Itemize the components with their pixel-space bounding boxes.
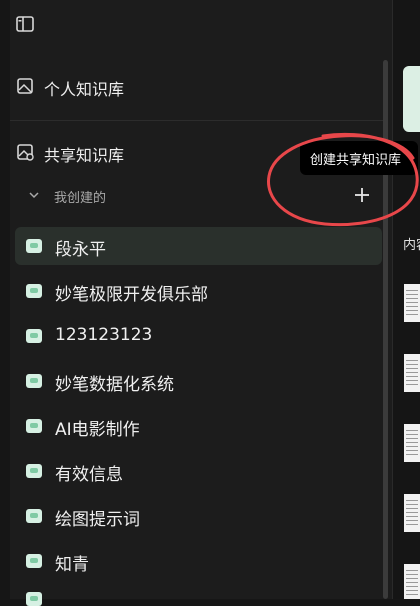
kb-item-label: 妙笔极限开发俱乐部 [55,285,208,305]
book-icon [26,592,42,606]
add-shared-kb-button[interactable] [352,185,372,205]
kb-item-label: AI电影制作 [55,420,140,440]
divider [10,120,383,121]
document-thumbnail[interactable] [404,424,420,462]
book-icon [26,329,42,343]
kb-item-label: 有效信息 [55,465,123,485]
book-icon [26,419,42,433]
document-thumbnail[interactable] [404,284,420,322]
kb-item-label: 妙笔数据化系统 [55,375,174,395]
book-icon [26,464,42,478]
kb-item-label: 123123123 [55,325,153,345]
chevron-down-icon[interactable] [28,190,40,200]
book-icon [26,284,42,298]
document-thumbnail[interactable] [404,564,420,599]
book-icon [26,374,42,388]
image-book-icon [17,78,33,94]
book-icon [26,509,42,523]
nav-shared-kb-label: 共享知识库 [44,146,125,165]
shared-image-book-icon [17,144,34,161]
book-icon [26,239,42,253]
document-thumbnail[interactable] [404,494,420,532]
nav-personal-kb-label: 个人知识库 [44,80,125,99]
kb-item-label: 段永平 [55,240,106,260]
kb-item-label: 知青 [55,555,89,575]
sidebar-toggle-icon[interactable] [16,16,34,32]
document-thumbnail[interactable] [404,354,420,392]
nav-personal-kb[interactable]: 个人知识库 [0,70,383,102]
group-created-by-me[interactable]: 我创建的 [54,187,106,206]
create-shared-kb-tooltip: 创建共享知识库 [300,141,418,175]
book-icon [26,554,42,568]
content-card[interactable] [403,66,420,132]
kb-item-label: 绘图提示词 [55,510,140,530]
content-heading: 内容 [403,238,420,253]
